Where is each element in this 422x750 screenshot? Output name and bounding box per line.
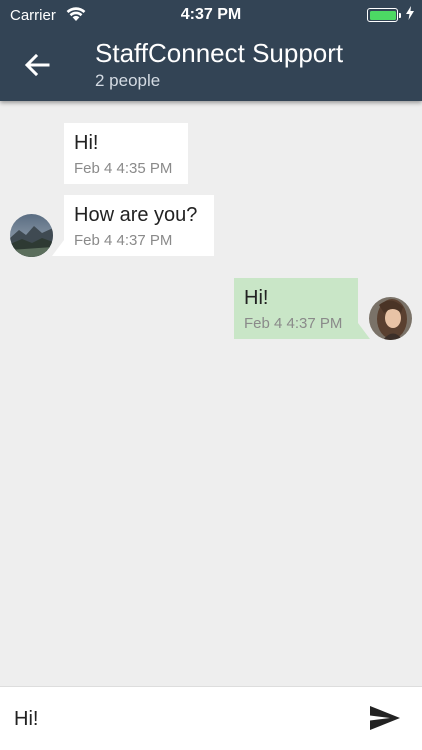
message-input[interactable] xyxy=(14,703,344,735)
message-text: Hi! xyxy=(74,132,99,154)
arrow-left-icon xyxy=(24,53,50,77)
avatar[interactable] xyxy=(10,214,53,257)
person-avatar-icon xyxy=(369,297,412,340)
bubble-tail xyxy=(358,323,370,339)
battery-tip xyxy=(398,13,401,18)
chat-participants: 2 people xyxy=(95,71,161,90)
chat-title: StaffConnect Support xyxy=(95,38,344,68)
avatar[interactable] xyxy=(369,297,412,340)
send-button[interactable] xyxy=(368,703,402,733)
status-bar: Carrier 4:37 PM xyxy=(0,0,422,30)
battery-icon xyxy=(367,8,401,22)
status-time: 4:37 PM xyxy=(180,6,242,23)
message-bubble-incoming: How are you? Feb 4 4:37 PM xyxy=(64,195,214,256)
battery-fill xyxy=(369,10,396,20)
message-text: Hi! xyxy=(244,287,269,309)
message-bubble-outgoing: Hi! Feb 4 4:37 PM xyxy=(234,278,358,339)
landscape-avatar-icon xyxy=(10,214,53,257)
bubble-tail xyxy=(52,240,64,256)
message-composer xyxy=(0,686,422,750)
app-header: Carrier 4:37 PM StaffConnect Support 2 p… xyxy=(0,0,422,101)
charging-bolt-icon xyxy=(406,6,414,24)
send-icon xyxy=(370,706,400,730)
message-timestamp: Feb 4 4:37 PM xyxy=(74,232,173,249)
back-button[interactable] xyxy=(20,50,54,80)
message-bubble-incoming: Hi! Feb 4 4:35 PM xyxy=(64,123,188,184)
message-timestamp: Feb 4 4:35 PM xyxy=(74,160,173,177)
message-timestamp: Feb 4 4:37 PM xyxy=(244,315,343,332)
message-text: How are you? xyxy=(74,204,198,226)
